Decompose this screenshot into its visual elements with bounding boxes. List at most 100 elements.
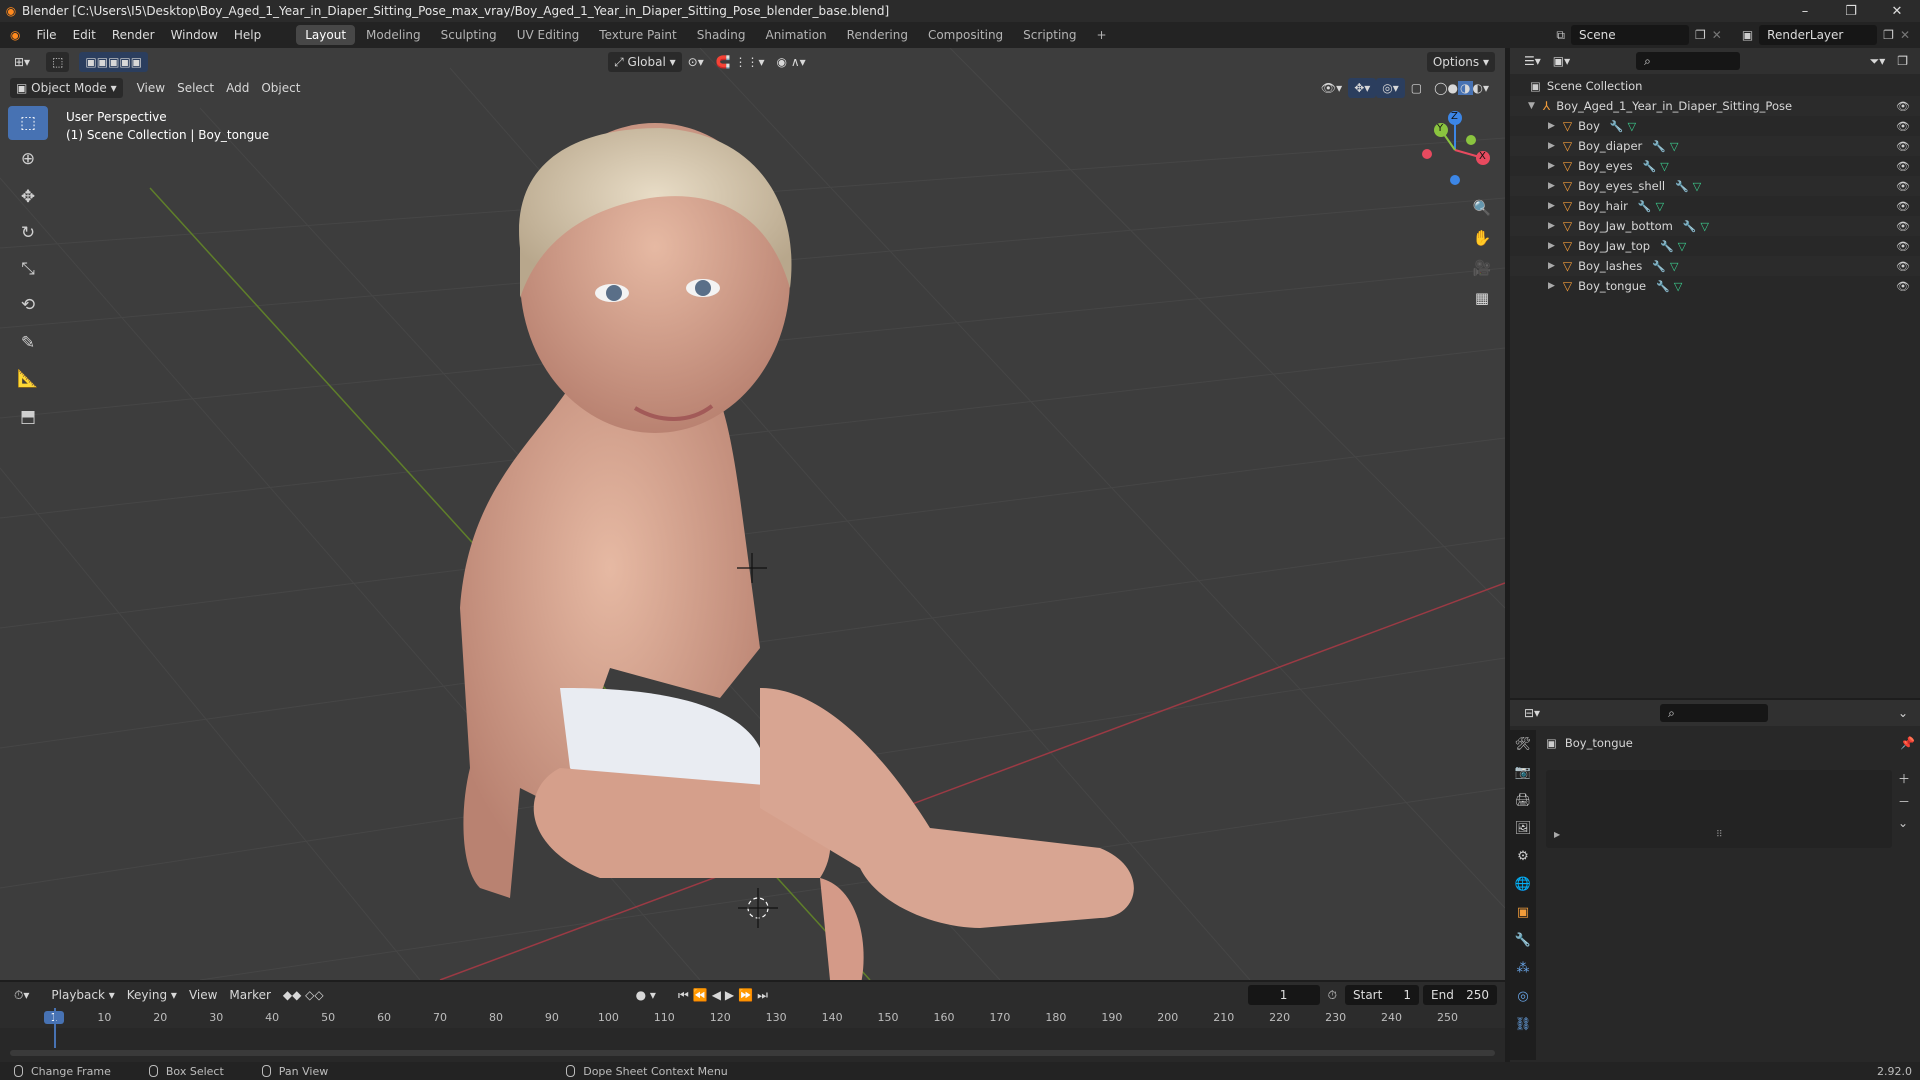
timeline-editor-icon[interactable]: ⏱▾ xyxy=(8,985,35,1005)
outliner-object-row[interactable]: ▶ ▽ Boy_tongue 🔧 ▽ 👁 xyxy=(1510,276,1920,296)
mesh-data-icon[interactable]: ▽ xyxy=(1693,180,1701,193)
3d-viewport[interactable]: ⊞▾ ⬚ ▣▣▣▣▣ ⤢ Global ▾ ⊙▾ 🧲 ⋮⋮▾ ◉ ∧▾ Opti… xyxy=(0,48,1505,980)
frame-ruler[interactable]: 1102030405060708090100110120130140150160… xyxy=(0,1008,1505,1028)
snap-icon[interactable]: 🧲 ⋮⋮▾ xyxy=(710,52,771,72)
new-scene-icon[interactable]: ❐ xyxy=(1695,28,1706,42)
menu-marker[interactable]: Marker xyxy=(223,985,276,1005)
view-layer-tab-icon[interactable]: 🖼 xyxy=(1510,814,1536,842)
eye-icon[interactable]: 👁 xyxy=(1896,160,1910,173)
baby-model[interactable] xyxy=(460,123,1134,980)
outliner-editor-icon[interactable]: ☰▾ xyxy=(1518,51,1547,71)
collection-row[interactable]: ▼ ⅄ Boy_Aged_1_Year_in_Diaper_Sitting_Po… xyxy=(1510,96,1920,116)
modifier-icon[interactable]: 🔧 xyxy=(1610,120,1624,133)
view-layer-selector[interactable]: RenderLayer xyxy=(1759,25,1878,45)
expand-arrow-icon[interactable]: ▶ xyxy=(1548,181,1555,191)
record-button[interactable]: ● ▾ xyxy=(630,985,662,1005)
resize-handle-icon[interactable]: ⠿ xyxy=(1716,830,1723,840)
maximize-button[interactable]: ❐ xyxy=(1828,4,1874,19)
outliner-object-row[interactable]: ▶ ▽ Boy_eyes_shell 🔧 ▽ 👁 xyxy=(1510,176,1920,196)
eye-icon[interactable]: 👁 xyxy=(1896,280,1910,293)
outliner-object-row[interactable]: ▶ ▽ Boy_diaper 🔧 ▽ 👁 xyxy=(1510,136,1920,156)
menu-edit[interactable]: Edit xyxy=(65,22,104,48)
expand-arrow-icon[interactable]: ▶ xyxy=(1548,141,1555,151)
end-frame-field[interactable]: End 250 xyxy=(1423,985,1497,1005)
eye-icon[interactable]: 👁 xyxy=(1896,120,1910,133)
expand-arrow-icon[interactable]: ▶ xyxy=(1548,261,1555,271)
3d-cursor[interactable] xyxy=(738,888,778,928)
pin-icon[interactable]: 📌 xyxy=(1900,736,1915,750)
mesh-data-icon[interactable]: ▽ xyxy=(1701,220,1709,233)
gizmo-toggle-icon[interactable]: ✥▾ xyxy=(1348,78,1377,98)
filter-icon[interactable]: ⏷▾ xyxy=(1864,51,1892,71)
menu-playback[interactable]: Playback ▾ xyxy=(45,985,120,1005)
current-frame-field[interactable]: 1 xyxy=(1247,985,1320,1005)
menu-keying[interactable]: Keying ▾ xyxy=(121,985,183,1005)
mesh-data-icon[interactable]: ▽ xyxy=(1678,240,1686,253)
start-frame-field[interactable]: Start 1 xyxy=(1345,985,1419,1005)
expand-arrow-icon[interactable]: ▶ xyxy=(1548,241,1555,251)
menu-timeline-view[interactable]: View xyxy=(183,985,223,1005)
modifier-icon[interactable]: 🔧 xyxy=(1656,280,1670,293)
mesh-data-icon[interactable]: ▽ xyxy=(1674,280,1682,293)
object-tab-icon[interactable]: ▣ xyxy=(1510,898,1536,926)
mesh-data-icon[interactable]: ▽ xyxy=(1670,140,1678,153)
mesh-data-icon[interactable]: ▽ xyxy=(1628,120,1636,133)
select-tool-icon[interactable]: ⬚ xyxy=(46,52,70,72)
menu-object[interactable]: Object xyxy=(255,78,306,98)
world-tab-icon[interactable]: 🌐 xyxy=(1510,870,1536,898)
modifier-icon[interactable]: 🔧 xyxy=(1660,240,1674,253)
blender-menu-icon[interactable]: ◉ xyxy=(0,22,28,48)
scale-tool-icon[interactable]: ⤡ xyxy=(8,252,48,286)
eye-icon[interactable]: 👁 xyxy=(1896,240,1910,253)
minimize-button[interactable]: – xyxy=(1782,4,1828,19)
proportional-editing-icon[interactable]: ◉ ∧▾ xyxy=(771,52,812,72)
xray-toggle-icon[interactable]: ▢ xyxy=(1405,78,1428,98)
remove-slot-button[interactable]: － xyxy=(1898,793,1910,810)
mesh-data-icon[interactable]: ▽ xyxy=(1670,260,1678,273)
annotate-tool-icon[interactable]: ✎ xyxy=(8,326,48,360)
new-collection-icon[interactable]: ❐ xyxy=(1891,51,1914,71)
menu-render[interactable]: Render xyxy=(104,22,163,48)
tab-scripting[interactable]: Scripting xyxy=(1014,25,1085,45)
menu-select[interactable]: Select xyxy=(171,78,220,98)
tab-rendering[interactable]: Rendering xyxy=(838,25,917,45)
playback-controls[interactable]: ⏮⏪◀▶⏩⏭ xyxy=(672,985,778,1005)
close-button[interactable]: ✕ xyxy=(1874,4,1920,19)
outliner-object-row[interactable]: ▶ ▽ Boy 🔧 ▽ 👁 xyxy=(1510,116,1920,136)
eye-icon[interactable]: 👁 xyxy=(1896,220,1910,233)
add-workspace-button[interactable]: + xyxy=(1088,25,1116,45)
tool-tab-icon[interactable]: 🛠 xyxy=(1510,730,1536,758)
shading-modes-icons[interactable]: ◯● ◑ ◐▾ xyxy=(1428,78,1495,98)
tab-compositing[interactable]: Compositing xyxy=(919,25,1012,45)
modifier-icon[interactable]: 🔧 xyxy=(1652,140,1666,153)
object-mode-dropdown[interactable]: ▣ Object Mode ▾ xyxy=(10,78,123,98)
eye-icon[interactable]: 👁 xyxy=(1896,140,1910,153)
expand-arrow-icon[interactable]: ▶ xyxy=(1548,281,1555,291)
tab-texture-paint[interactable]: Texture Paint xyxy=(590,25,685,45)
timeline-scrollbar[interactable] xyxy=(10,1050,1495,1056)
modifier-tab-icon[interactable]: 🔧 xyxy=(1510,926,1536,954)
scene-selector[interactable]: Scene xyxy=(1571,25,1689,45)
editor-type-icon[interactable]: ⊞▾ xyxy=(8,52,36,72)
expand-arrow-icon[interactable]: ▶ xyxy=(1548,161,1555,171)
physics-tab-icon[interactable]: ◎ xyxy=(1510,982,1536,1010)
tab-uv-editing[interactable]: UV Editing xyxy=(508,25,589,45)
eye-icon[interactable]: 👁 xyxy=(1896,100,1910,113)
outliner-object-row[interactable]: ▶ ▽ Boy_hair 🔧 ▽ 👁 xyxy=(1510,196,1920,216)
mesh-data-icon[interactable]: ▽ xyxy=(1656,200,1664,213)
menu-view[interactable]: View xyxy=(131,78,171,98)
collapse-arrow-icon[interactable]: ▼ xyxy=(1528,101,1535,111)
rotate-tool-icon[interactable]: ↻ xyxy=(8,216,48,250)
tab-modeling[interactable]: Modeling xyxy=(357,25,430,45)
slot-menu-button[interactable]: ⌄ xyxy=(1898,816,1910,830)
tab-sculpting[interactable]: Sculpting xyxy=(432,25,506,45)
modifier-icon[interactable]: 🔧 xyxy=(1652,260,1666,273)
new-view-layer-icon[interactable]: ❐ xyxy=(1883,28,1894,42)
menu-file[interactable]: File xyxy=(28,22,64,48)
measure-tool-icon[interactable]: 📐 xyxy=(8,362,48,396)
transform-orientation-dropdown[interactable]: ⤢ Global ▾ xyxy=(608,52,682,72)
material-slot-list[interactable]: ▶ ⠿ xyxy=(1546,770,1892,848)
scene-collection-row[interactable]: ▣ Scene Collection xyxy=(1510,76,1920,96)
constraints-tab-icon[interactable]: ⛓ xyxy=(1510,1010,1536,1038)
zoom-icon[interactable]: 🔍 xyxy=(1467,193,1497,223)
